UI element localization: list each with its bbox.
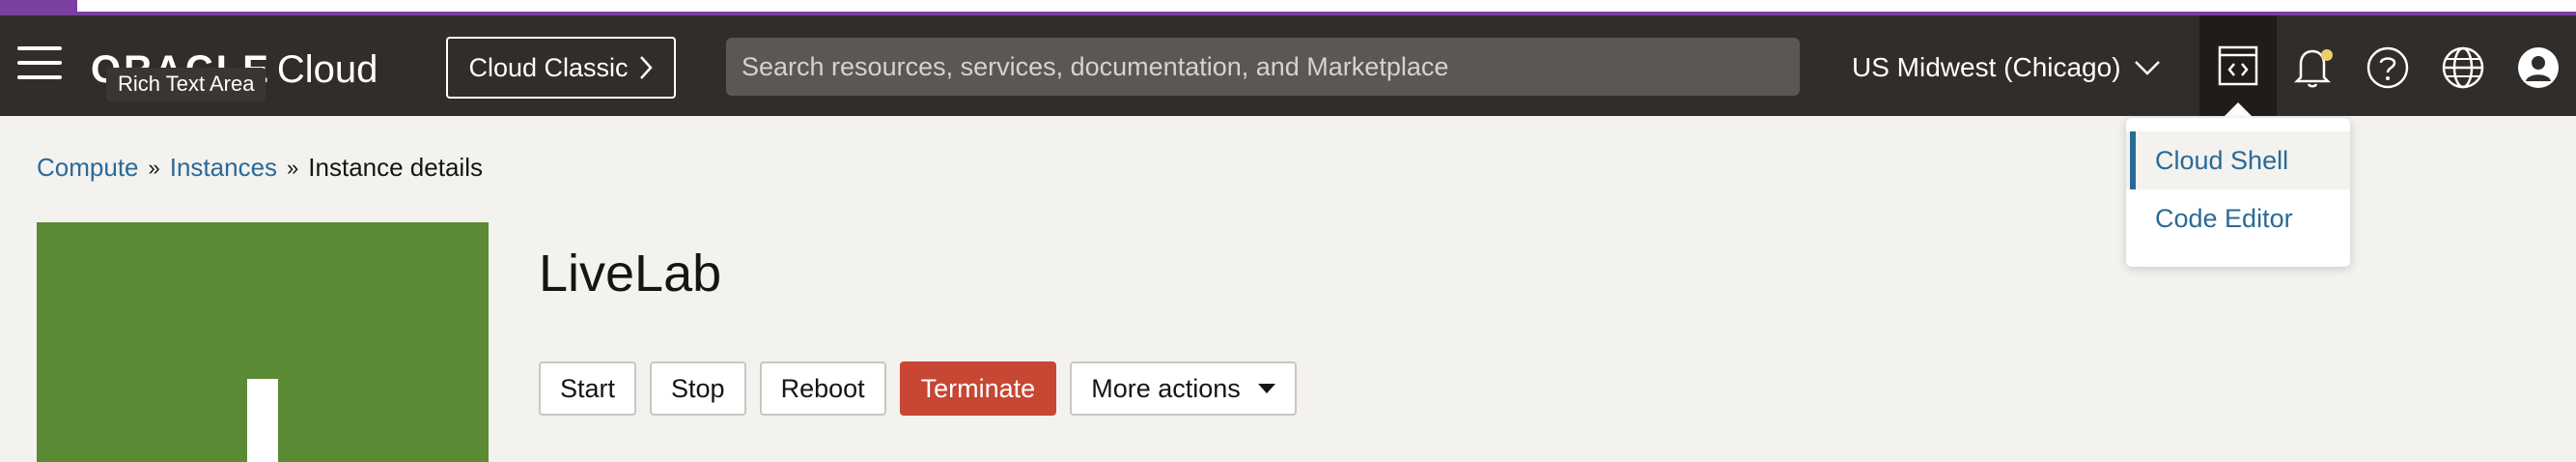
region-selector[interactable]: US Midwest (Chicago) — [1852, 44, 2162, 91]
search-placeholder: Search resources, services, documentatio… — [742, 51, 1449, 81]
stop-button[interactable]: Stop — [650, 361, 746, 416]
terminate-button[interactable]: Terminate — [899, 361, 1057, 416]
region-label: US Midwest (Chicago) — [1852, 52, 2121, 82]
profile-button[interactable] — [2515, 44, 2562, 91]
developer-tools-icon — [2218, 45, 2258, 86]
logo-cloud-text: Cloud — [276, 48, 378, 91]
start-button[interactable]: Start — [539, 361, 637, 416]
more-actions-label: More actions — [1091, 373, 1241, 403]
menu-pointer — [2223, 102, 2254, 118]
caret-down-icon — [1257, 384, 1275, 393]
globe-icon — [2442, 46, 2484, 89]
cloud-classic-label: Cloud Classic — [468, 52, 629, 82]
more-actions-button[interactable]: More actions — [1070, 361, 1297, 416]
top-navigation-bar: ORACLECloud Cloud Classic Search resourc… — [0, 15, 2576, 116]
breadcrumb: Compute » Instances » Instance details — [37, 153, 483, 183]
rich-text-area-tooltip: Rich Text Area — [106, 68, 266, 101]
help-icon — [2366, 46, 2409, 89]
menu-icon[interactable] — [17, 46, 62, 79]
notifications-button[interactable] — [2290, 44, 2337, 91]
top-accent-strip — [0, 0, 2576, 15]
breadcrumb-separator: » — [287, 155, 299, 180]
help-button[interactable] — [2365, 44, 2411, 91]
user-icon — [2518, 47, 2559, 88]
instance-actions: Start Stop Reboot Terminate More actions — [539, 361, 1297, 416]
reboot-button[interactable]: Reboot — [759, 361, 886, 416]
instance-icon-glyph — [247, 379, 278, 462]
cloud-classic-button[interactable]: Cloud Classic — [446, 37, 676, 99]
search-input[interactable]: Search resources, services, documentatio… — [726, 38, 1800, 96]
chevron-right-icon — [639, 56, 653, 79]
accent-block — [0, 0, 77, 15]
breadcrumb-instances[interactable]: Instances — [170, 153, 277, 183]
menu-item-code-editor[interactable]: Code Editor — [2126, 189, 2350, 247]
developer-tools-button[interactable] — [2199, 15, 2277, 116]
breadcrumb-current: Instance details — [308, 153, 483, 182]
page-title: LiveLab — [539, 245, 722, 303]
breadcrumb-compute[interactable]: Compute — [37, 153, 139, 183]
breadcrumb-separator: » — [148, 155, 160, 180]
bell-icon — [2293, 49, 2333, 88]
language-button[interactable] — [2440, 44, 2486, 91]
menu-item-cloud-shell[interactable]: Cloud Shell — [2126, 131, 2350, 189]
developer-tools-menu: Cloud Shell Code Editor — [2126, 118, 2350, 267]
chevron-down-icon — [2134, 61, 2160, 75]
instance-status-icon — [37, 222, 489, 462]
